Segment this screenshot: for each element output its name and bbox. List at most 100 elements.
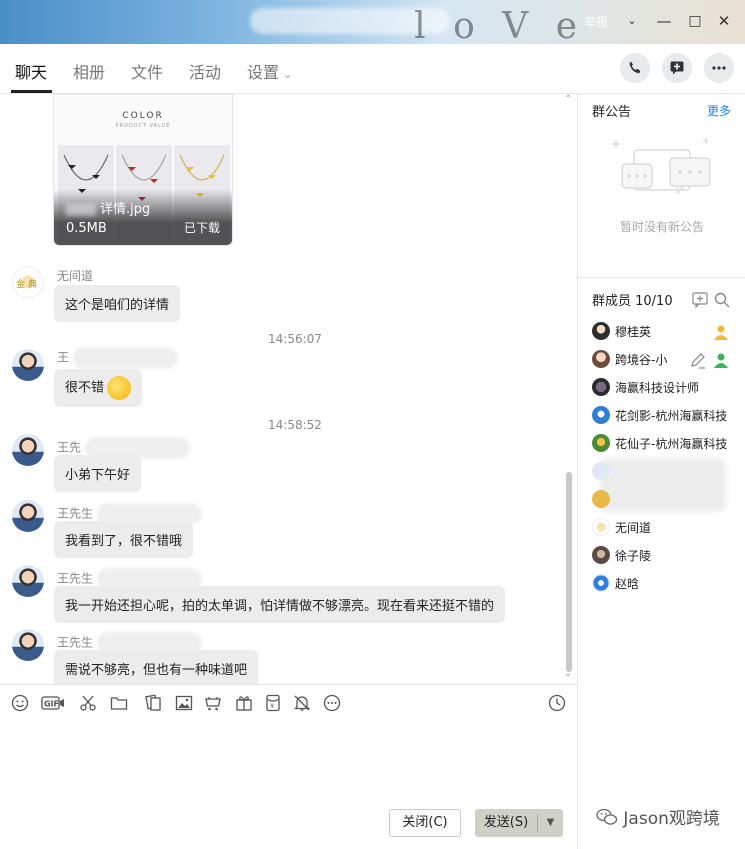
member-item[interactable]: 徐子陵 <box>590 544 740 566</box>
avatar[interactable] <box>12 500 44 532</box>
chat-plus-icon <box>670 61 684 75</box>
admin-icon <box>714 353 728 368</box>
timestamp: 14:56:07 <box>268 332 322 346</box>
send-options-chevron-icon[interactable]: ▼ <box>538 809 563 837</box>
red-packet-icon: ¥ <box>266 694 280 712</box>
empty-notice-illustration <box>612 138 711 195</box>
message-bubble[interactable]: 很不错 <box>54 369 143 407</box>
watermark: Jason观跨境 <box>596 804 720 829</box>
tab-activities[interactable]: 活动 <box>189 59 221 83</box>
bell-icon <box>293 695 311 711</box>
more-options-button[interactable] <box>704 53 734 83</box>
tab-chat[interactable]: 聊天 <box>15 59 47 83</box>
avatar <box>592 546 610 564</box>
group-owner-icon <box>714 325 728 340</box>
title-bar: l o V e 举报 ⌄ — □ ✕ <box>0 0 745 44</box>
voice-message-button[interactable] <box>204 694 222 712</box>
chat-scrollbar[interactable] <box>566 472 572 672</box>
member-item[interactable]: 花仙子-杭州海赢科技 <box>590 432 740 454</box>
dropdown-icon[interactable]: ⌄ <box>622 11 642 31</box>
send-image-button[interactable] <box>175 694 193 712</box>
sender-name-text: 王先生 <box>57 635 94 650</box>
minimize-button[interactable]: — <box>654 11 674 31</box>
blurred-filename-part <box>66 203 96 216</box>
more-circle-icon <box>323 694 341 712</box>
gif-button[interactable]: GIF <box>41 694 65 712</box>
image-file-message[interactable]: COLOR PRODUCT VALUE 详情.jpg 0.5MB 已下载 <box>53 94 233 246</box>
close-window-button[interactable]: ✕ <box>714 11 734 31</box>
member-item[interactable]: 海赢科技设计师 <box>590 376 740 398</box>
avatar <box>592 406 610 424</box>
avatar <box>592 462 610 480</box>
message-text: 很不错 <box>65 380 105 396</box>
avatar <box>592 322 610 340</box>
sender-name: 无间道 <box>57 269 94 283</box>
file-size: 0.5MB <box>66 221 107 236</box>
send-file-button[interactable] <box>110 694 128 712</box>
more-notices-link[interactable]: 更多 <box>707 102 731 119</box>
message-bubble[interactable]: 小弟下午好 <box>54 455 142 492</box>
avatar[interactable]: 金典 <box>12 266 44 298</box>
avatar[interactable] <box>12 629 44 661</box>
member-name: 徐子陵 <box>615 549 652 563</box>
avatar[interactable] <box>12 434 44 466</box>
tab-files[interactable]: 文件 <box>131 59 163 83</box>
member-name: 穆桂英 <box>615 325 652 339</box>
tab-bar: 聊天 相册 文件 活动 设置 ⌄ <box>0 44 745 94</box>
member-name: 海赢科技设计师 <box>615 381 700 395</box>
add-member-icon[interactable] <box>691 291 709 309</box>
image-icon <box>175 695 193 711</box>
scroll-down-icon[interactable]: ⌄ <box>564 668 572 679</box>
red-packet-button[interactable]: ¥ <box>264 694 282 712</box>
file-name: 详情.jpg <box>66 198 150 217</box>
tab-settings-label: 设置 <box>247 63 280 82</box>
message-bubble[interactable]: 我一开始还担心呢，拍的太单调，怕详情做不够漂亮。现在看来还挺不错的 <box>54 586 506 623</box>
group-info-panel: 群公告 更多 暂时没有新公告 群成员 10/10 穆桂英 跨境谷-小 海赢科技设… <box>577 94 745 849</box>
svg-text:典: 典 <box>28 278 37 290</box>
gif-icon: GIF <box>41 696 64 710</box>
gift-button[interactable] <box>235 694 253 712</box>
chat-message-area[interactable]: ⌃ COLOR PRODUCT VALUE 详情.jpg 0.5MB 已下载 金… <box>0 94 577 684</box>
tab-album[interactable]: 相册 <box>73 59 105 83</box>
message-bubble[interactable]: 我看到了，很不错哦 <box>54 521 194 558</box>
mute-notifications-button[interactable] <box>293 694 311 712</box>
stickers-button[interactable] <box>144 694 162 712</box>
empty-notice-text: 暂时没有新公告 <box>619 220 704 234</box>
blurred-sender-name <box>73 347 179 369</box>
avatar <box>592 490 610 508</box>
member-item[interactable]: 花剑影-杭州海赢科技 <box>590 404 740 426</box>
message-bubble[interactable]: 需说不够亮，但也有一种味道吧 <box>54 650 259 684</box>
edit-pencil-icon[interactable] <box>689 351 707 369</box>
close-button[interactable]: 关闭(C) <box>389 809 461 837</box>
thumbnail-title: COLOR <box>122 111 164 121</box>
message-bubble[interactable]: 这个是咱们的详情 <box>54 285 181 322</box>
screenshot-button[interactable] <box>79 694 97 712</box>
emoji-button[interactable] <box>11 694 29 712</box>
maximize-button[interactable]: □ <box>685 11 705 31</box>
send-button[interactable]: 发送(S) ▼ <box>475 809 563 837</box>
thumbnail-subtitle: PRODUCT VALUE <box>115 123 171 129</box>
phone-call-button[interactable] <box>620 53 650 83</box>
sender-name-text: 王先生 <box>57 506 94 521</box>
add-chat-button[interactable] <box>662 53 692 83</box>
chevron-down-icon: ⌄ <box>283 68 293 81</box>
member-item[interactable]: 赵晗 <box>590 572 740 594</box>
more-dots-icon <box>712 66 726 70</box>
more-tools-button[interactable] <box>323 694 341 712</box>
wechat-logo-icon <box>596 808 618 825</box>
title-decoration: l o V e <box>414 6 585 44</box>
avatar[interactable] <box>12 565 44 597</box>
member-count-title: 群成员 10/10 <box>592 294 673 309</box>
gold-logo-icon: 金典 <box>16 278 37 290</box>
scroll-up-icon[interactable]: ⌃ <box>564 94 572 105</box>
avatar[interactable] <box>12 349 44 381</box>
report-link[interactable]: 举报 <box>584 13 608 30</box>
member-item[interactable]: 无间道 <box>590 516 740 538</box>
hugging-face-emoji-icon <box>107 376 132 400</box>
tab-settings[interactable]: 设置 ⌄ <box>247 59 292 83</box>
avatar <box>592 574 610 592</box>
history-button[interactable] <box>548 694 566 712</box>
search-icon[interactable] <box>713 291 731 309</box>
timestamp: 14:58:52 <box>268 418 322 432</box>
watermark-text: Jason观跨境 <box>623 809 720 829</box>
